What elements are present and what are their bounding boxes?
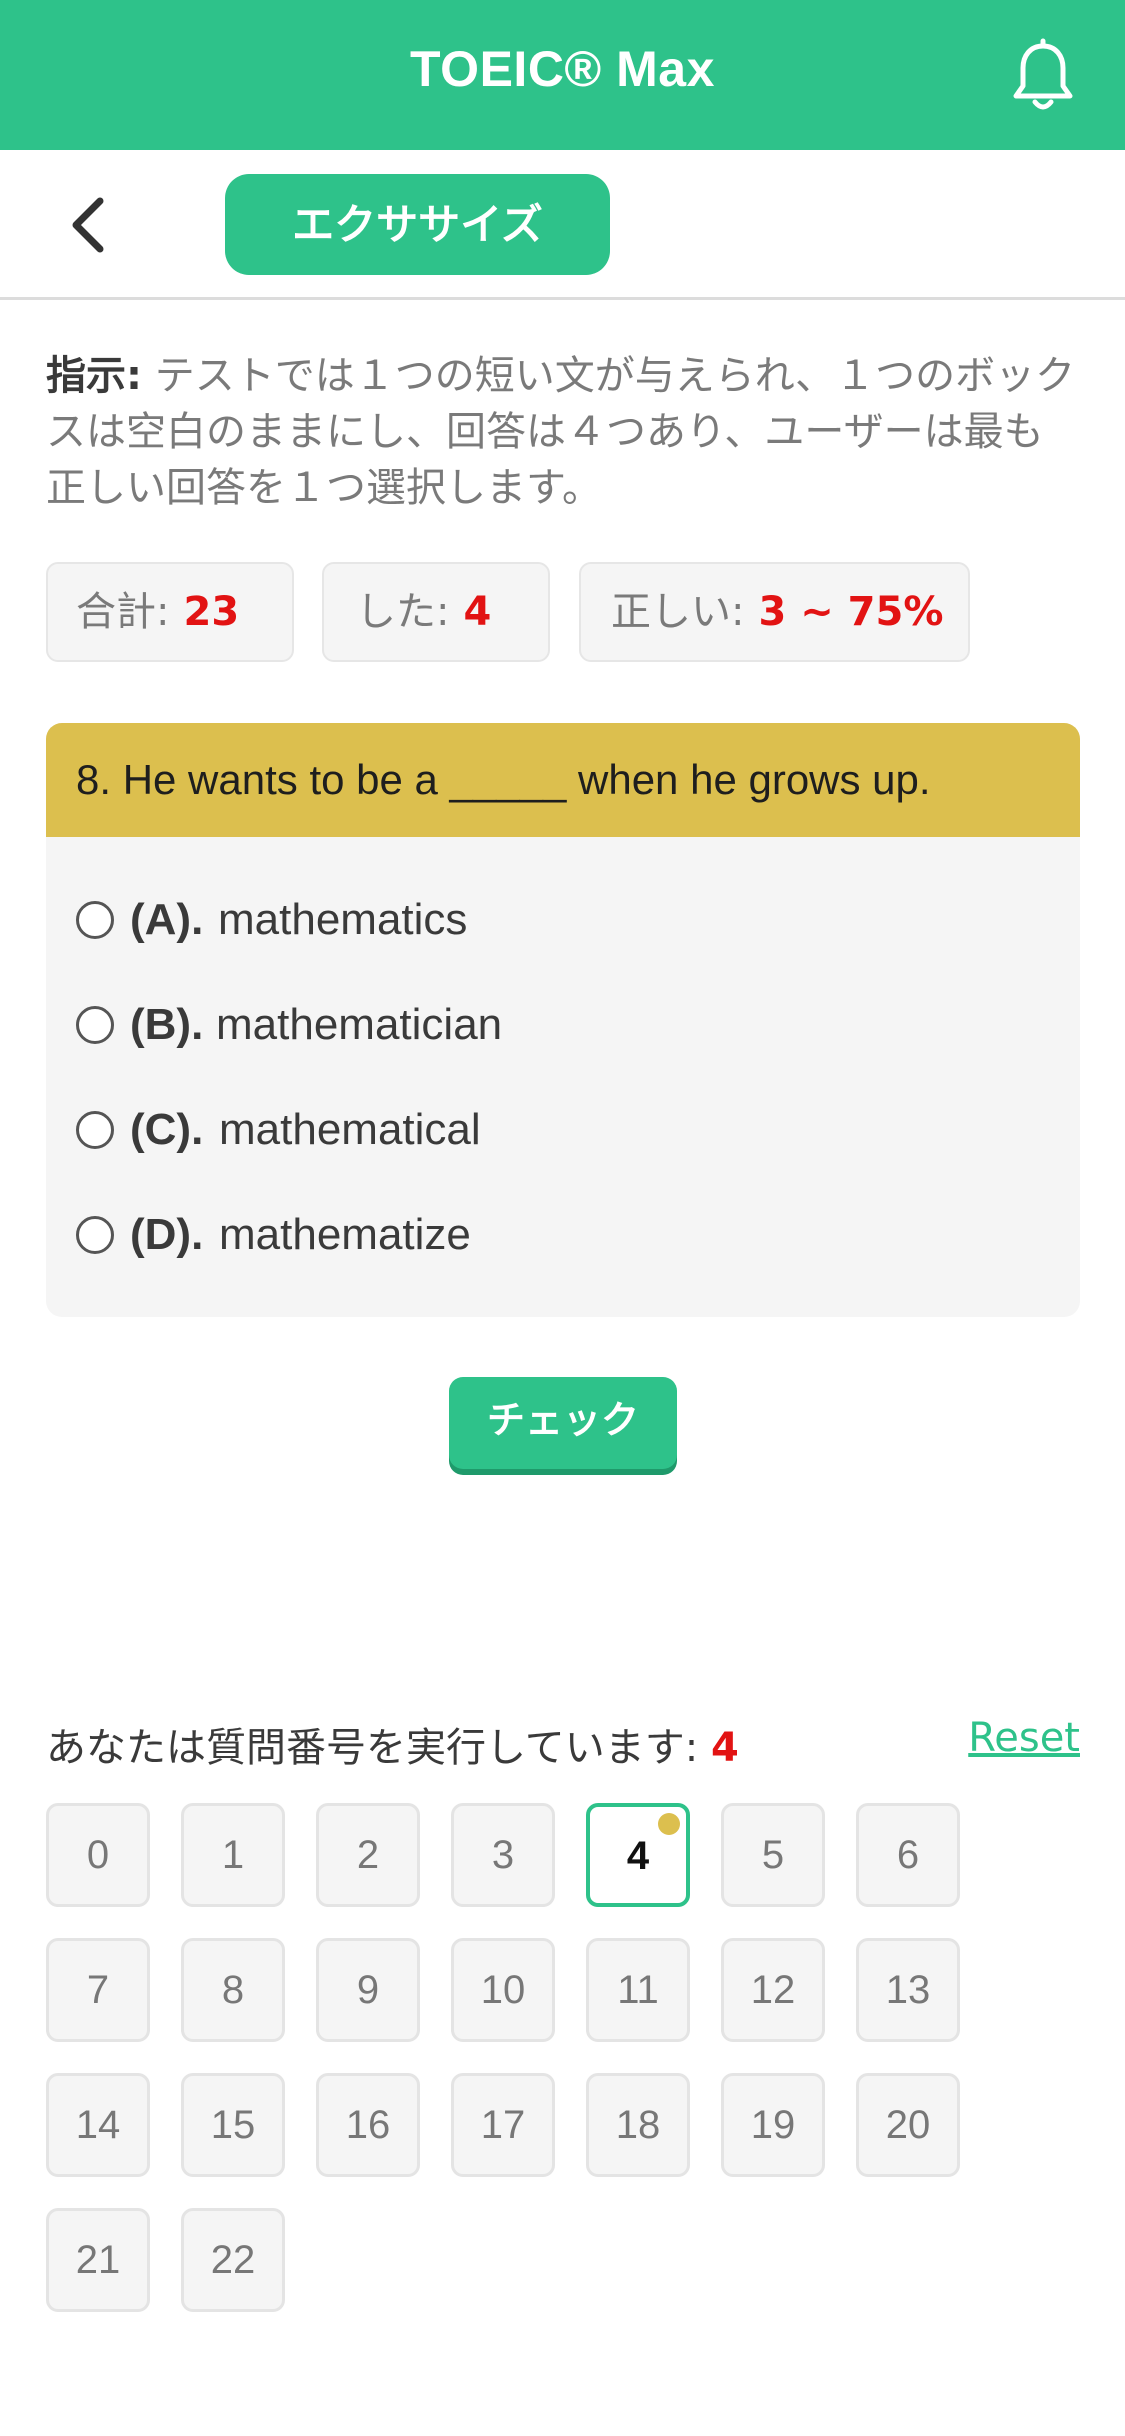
question-number-button[interactable]: 16: [316, 2073, 420, 2177]
sub-header: エクササイズ: [0, 150, 1125, 300]
option-letter: (A).: [130, 895, 204, 944]
app-title: TOEIC® Max: [410, 41, 715, 97]
question-card: 8. He wants to be a _____ when he grows …: [46, 723, 1080, 1317]
stat-done-label: した:: [356, 589, 450, 635]
question-number-button[interactable]: 17: [451, 2073, 555, 2177]
stat-done-value: 4: [463, 589, 492, 635]
question-number-button[interactable]: 19: [721, 2073, 825, 2177]
question-number-button[interactable]: 12: [721, 1938, 825, 2042]
stat-done: した: 4: [322, 562, 550, 662]
instruction-label: 指示:: [46, 353, 142, 399]
current-indicator-dot: [658, 1813, 680, 1835]
bell-icon[interactable]: [1010, 38, 1076, 114]
radio-button[interactable]: [76, 1111, 114, 1149]
question-number-button[interactable]: 11: [586, 1938, 690, 2042]
option-letter: (B).: [130, 1000, 204, 1049]
question-number-button[interactable]: 20: [856, 2073, 960, 2177]
instruction-text: 指示: テストでは１つの短い文が与えられ、１つのボックスは空白のままにし、回答は…: [46, 348, 1081, 516]
question-number-button[interactable]: 22: [181, 2208, 285, 2312]
option-text: mathematician: [216, 1000, 503, 1049]
current-question-number: 4: [711, 1725, 739, 1771]
question-number-button[interactable]: 2: [316, 1803, 420, 1907]
question-number-button[interactable]: 13: [856, 1938, 960, 2042]
stat-total-label: 合計:: [76, 589, 170, 635]
question-number-button[interactable]: 7: [46, 1938, 150, 2042]
progress-text: あなたは質問番号を実行しています:: [46, 1725, 711, 1771]
tab-exercise[interactable]: エクササイズ: [225, 174, 610, 275]
question-number-button[interactable]: 10: [451, 1938, 555, 2042]
question-number-button[interactable]: 21: [46, 2208, 150, 2312]
stat-correct: 正しい: 3 ~ 75%: [579, 562, 970, 662]
radio-button[interactable]: [76, 1216, 114, 1254]
instruction-body: テストでは１つの短い文が与えられ、１つのボックスは空白のままにし、回答は４つあり…: [46, 353, 1076, 511]
question-number-button[interactable]: 1: [181, 1803, 285, 1907]
option-letter: (C).: [130, 1105, 204, 1154]
stat-correct-label: 正しい:: [611, 589, 745, 635]
app-header: TOEIC® Max: [0, 0, 1125, 150]
radio-button[interactable]: [76, 901, 114, 939]
question-number-button[interactable]: 8: [181, 1938, 285, 2042]
chevron-left-icon[interactable]: [62, 195, 118, 255]
question-number-button[interactable]: 14: [46, 2073, 150, 2177]
question-number-button[interactable]: 18: [586, 2073, 690, 2177]
stat-correct-value: 3 ~ 75%: [758, 589, 944, 635]
question-number-button-active[interactable]: 4: [586, 1803, 690, 1907]
stat-total: 合計: 23: [46, 562, 294, 662]
question-number-button[interactable]: 6: [856, 1803, 960, 1907]
stat-total-value: 23: [183, 589, 240, 635]
question-number-button[interactable]: 9: [316, 1938, 420, 2042]
progress-label: あなたは質問番号を実行しています: 4: [46, 1715, 739, 1773]
check-button[interactable]: チェック: [449, 1377, 677, 1469]
radio-button[interactable]: [76, 1006, 114, 1044]
option-text: mathematical: [219, 1105, 481, 1154]
question-text: 8. He wants to be a _____ when he grows …: [46, 723, 1080, 837]
question-number-button[interactable]: 3: [451, 1803, 555, 1907]
option-text: mathematize: [219, 1210, 471, 1259]
reset-link[interactable]: Reset: [968, 1715, 1080, 1761]
option-text: mathematics: [218, 895, 468, 944]
question-number-label: 4: [626, 1834, 650, 1878]
option-letter: (D).: [130, 1210, 204, 1259]
question-number-button[interactable]: 5: [721, 1803, 825, 1907]
question-number-button[interactable]: 0: [46, 1803, 150, 1907]
question-number-button[interactable]: 15: [181, 2073, 285, 2177]
